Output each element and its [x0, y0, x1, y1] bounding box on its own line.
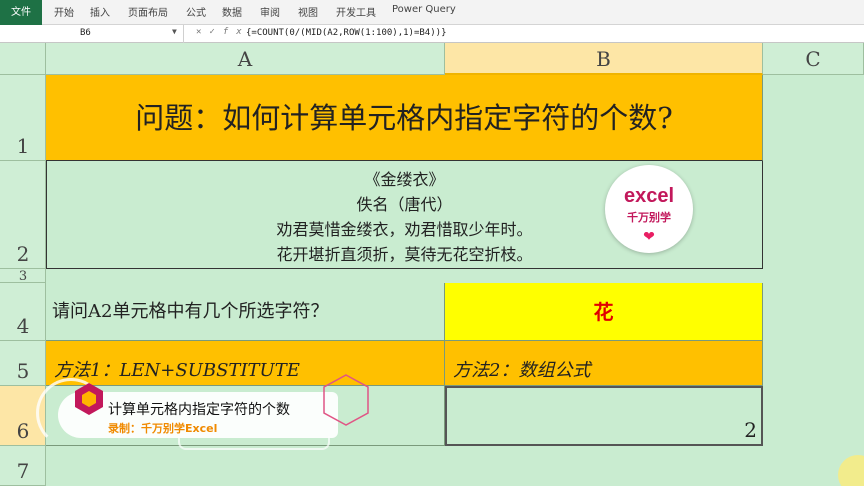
channel-logo: excel 千万别学 ❤: [605, 165, 693, 253]
row-header-5[interactable]: 5: [0, 341, 46, 386]
chevron-down-icon[interactable]: ▼: [172, 27, 177, 36]
row-number: 7: [16, 459, 30, 483]
cell-a4-question[interactable]: 请问A2单元格中有几个所选字符？: [46, 283, 445, 341]
row-header-1[interactable]: 1: [0, 75, 46, 161]
cell-b6-value: 2: [744, 418, 757, 442]
row-number: 3: [18, 269, 28, 284]
hexagon-outline-icon: [323, 374, 369, 426]
column-header-b[interactable]: B: [445, 43, 763, 75]
row-header-4[interactable]: 4: [0, 283, 46, 341]
logo-text-excel: excel: [623, 185, 675, 207]
tab-file[interactable]: 文件: [0, 0, 42, 25]
banner-title: 计算单元格内指定字符的个数: [108, 402, 290, 418]
tab-developer[interactable]: 开发工具: [336, 4, 376, 19]
row-header-7[interactable]: 7: [0, 446, 46, 486]
ribbon-tabs: 文件 开始 插入 页面布局 公式 数据 审阅 视图 开发工具 Power Que…: [0, 0, 864, 25]
cell-b5-method2[interactable]: 方法2：数组公式: [445, 341, 763, 386]
decorative-underline: [178, 436, 330, 450]
cell-b4-char[interactable]: 花: [445, 283, 763, 341]
column-header-c[interactable]: C: [763, 43, 864, 75]
name-box-value: B6: [80, 28, 91, 38]
select-all-corner[interactable]: [0, 43, 46, 75]
row-header-2[interactable]: 2: [0, 161, 46, 269]
row-number: 1: [16, 134, 30, 158]
cancel-icon[interactable]: ✕: [196, 27, 209, 37]
tab-view[interactable]: 视图: [298, 4, 318, 19]
row-number: 5: [16, 359, 30, 383]
row-number: 4: [16, 314, 30, 338]
row-number: 2: [16, 242, 30, 266]
column-header-a[interactable]: A: [46, 43, 445, 75]
cell-b6-result[interactable]: 2: [445, 386, 763, 446]
tab-insert[interactable]: 插入: [90, 4, 110, 19]
cell-a5-method1[interactable]: 方法1：LEN+SUBSTITUTE: [46, 341, 445, 386]
tab-formulas[interactable]: 公式: [186, 4, 206, 19]
tab-data[interactable]: 数据: [222, 4, 242, 19]
formula-icons: ✕✓fx: [196, 27, 250, 37]
formula-bar: B6 ▼ ✕✓fx {=COUNT(0/(MID(A2,ROW(1:100),1…: [0, 25, 864, 43]
row-header-3[interactable]: 3: [0, 269, 46, 284]
tab-page-layout[interactable]: 页面布局: [128, 4, 168, 19]
heart-icon: ❤: [643, 229, 655, 245]
name-box[interactable]: B6 ▼: [0, 25, 184, 43]
tab-power-query[interactable]: Power Query: [392, 4, 456, 15]
tab-home[interactable]: 开始: [54, 4, 74, 19]
banner-subtitle: 录制：千万别学Excel: [108, 422, 218, 435]
column-c-area[interactable]: [763, 75, 864, 486]
tab-review[interactable]: 审阅: [260, 4, 280, 19]
logo-text-name: 千万别学: [627, 211, 671, 224]
confirm-icon[interactable]: ✓: [209, 27, 222, 37]
cell-a1-title[interactable]: 问题：如何计算单元格内指定字符的个数?: [46, 75, 763, 161]
hexagon-badge-icon: [75, 383, 103, 415]
formula-input[interactable]: {=COUNT(0/(MID(A2,ROW(1:100),1)=B4))}: [246, 28, 446, 38]
